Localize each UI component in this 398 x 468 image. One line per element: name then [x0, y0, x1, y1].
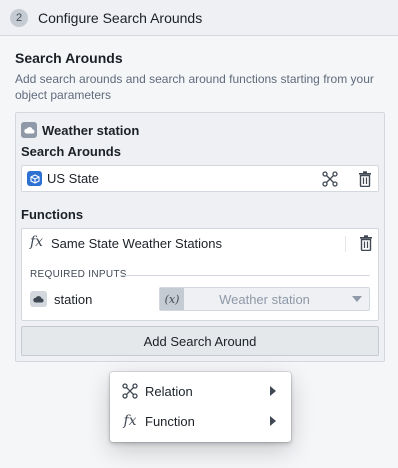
object-header: Weather station	[21, 122, 139, 138]
section-title: Search Arounds	[15, 50, 123, 66]
delete-function-icon[interactable]	[355, 232, 377, 254]
step-number: 2	[10, 8, 28, 27]
functions-label: Functions	[21, 207, 84, 222]
input-value-select[interactable]: (x) Weather station	[159, 287, 370, 311]
menu-item-label: Function	[145, 413, 195, 429]
cloud-icon	[21, 122, 37, 138]
caret-down-icon	[345, 296, 369, 302]
function-icon: fx	[30, 234, 44, 250]
input-name: station	[54, 292, 93, 307]
object-name: Weather station	[42, 122, 140, 138]
cube-icon	[27, 171, 42, 186]
step-header[interactable]: 2 Configure Search Arounds	[0, 0, 398, 36]
menu-item-label: Relation	[145, 383, 193, 399]
caret-right-icon	[270, 384, 276, 399]
add-search-around-button[interactable]: Add Search Around	[21, 326, 379, 356]
menu-item-relation[interactable]: Relation	[115, 377, 286, 405]
required-inputs-label: REQUIRED INPUTS	[30, 269, 127, 280]
section-description: Add search arounds and search around fun…	[15, 72, 374, 102]
trash-icon[interactable]	[354, 168, 376, 190]
search-around-label: US State	[47, 171, 100, 186]
relation-icon[interactable]	[319, 168, 341, 190]
search-around-row[interactable]: US State	[21, 165, 379, 192]
input-value: Weather station	[219, 291, 310, 307]
search-arounds-label: Search Arounds	[21, 144, 121, 159]
variable-icon[interactable]: (x)	[160, 288, 184, 310]
divider	[345, 236, 346, 252]
caret-right-icon	[270, 414, 276, 429]
function-icon: fx	[123, 413, 137, 429]
required-inputs-divider	[120, 275, 370, 276]
function-name: Same State Weather Stations	[51, 236, 223, 251]
cloud-icon	[30, 291, 47, 307]
relation-icon	[117, 383, 143, 399]
menu-item-function[interactable]: fx Function	[115, 407, 286, 435]
step-title: Configure Search Arounds	[38, 9, 203, 26]
add-search-around-menu: Relation fx Function	[110, 372, 291, 442]
